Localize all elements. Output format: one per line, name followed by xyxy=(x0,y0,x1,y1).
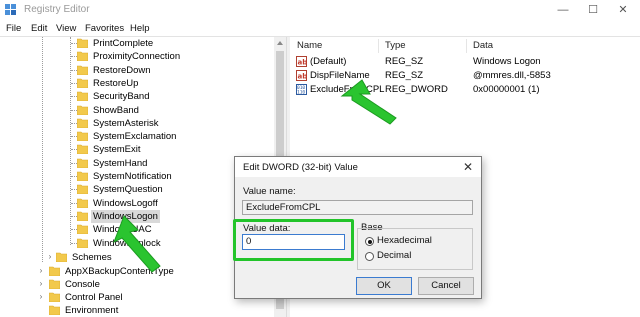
folder-icon xyxy=(77,198,88,208)
tree-item-label: SecurityBand xyxy=(93,91,150,103)
annotation-highlight-box xyxy=(233,219,354,261)
svg-text:ab: ab xyxy=(298,73,308,81)
tree-item-label: RestoreUp xyxy=(93,77,139,89)
decimal-label[interactable]: Decimal xyxy=(377,250,411,261)
window-title: Registry Editor xyxy=(24,4,90,15)
hexadecimal-radio[interactable] xyxy=(365,237,374,246)
ok-button[interactable]: OK xyxy=(356,277,412,295)
decimal-radio[interactable] xyxy=(365,252,374,261)
menu-view[interactable]: View xyxy=(56,23,76,34)
column-divider[interactable] xyxy=(378,39,379,53)
value-name-field: ExcludeFromCPL xyxy=(242,200,473,215)
folder-icon xyxy=(77,158,88,168)
folder-icon xyxy=(77,65,88,75)
close-button[interactable]: ✕ xyxy=(608,0,638,20)
value-data: Windows Logon xyxy=(473,56,541,67)
column-header-name[interactable]: Name xyxy=(297,40,322,51)
tree-item-label: Control Panel xyxy=(65,292,123,303)
expand-arrow-icon[interactable]: › xyxy=(37,293,45,301)
hexadecimal-label[interactable]: Hexadecimal xyxy=(377,235,432,246)
column-header-type[interactable]: Type xyxy=(385,40,406,51)
cancel-button[interactable]: Cancel xyxy=(418,277,474,295)
tree-item-label: Schemes xyxy=(72,252,112,263)
tree-item-label: SystemAsterisk xyxy=(93,117,159,129)
folder-icon xyxy=(49,305,60,315)
minimize-button[interactable]: — xyxy=(548,0,578,20)
string-value-icon: ab xyxy=(296,70,307,81)
tree-item-label: RestoreDown xyxy=(93,64,151,76)
expand-arrow-icon[interactable]: › xyxy=(37,267,45,275)
tree-item-label: WindowsLogoff xyxy=(93,197,158,209)
folder-icon xyxy=(77,105,88,115)
menu-bar: File Edit View Favorites Help xyxy=(0,20,640,37)
maximize-button[interactable]: ☐ xyxy=(578,0,608,20)
folder-icon xyxy=(56,252,67,262)
scroll-up-arrow-icon[interactable] xyxy=(277,41,283,45)
value-data: @mmres.dll,-5853 xyxy=(473,70,551,81)
annotation-arrow-icon xyxy=(113,215,161,273)
expand-arrow-icon[interactable]: › xyxy=(37,280,45,288)
value-type: REG_SZ xyxy=(385,56,424,67)
tree-item-label: SystemHand xyxy=(93,157,148,169)
folder-icon xyxy=(77,211,88,221)
tree-item-label: Console xyxy=(65,279,100,290)
folder-icon xyxy=(49,279,60,289)
tree-guide-line xyxy=(42,37,43,262)
menu-edit[interactable]: Edit xyxy=(31,23,47,34)
svg-text:110: 110 xyxy=(297,90,305,96)
folder-icon xyxy=(77,224,88,235)
menu-help[interactable]: Help xyxy=(130,23,150,34)
folder-icon xyxy=(77,238,88,248)
folder-icon xyxy=(49,266,60,276)
folder-icon xyxy=(77,118,88,128)
expand-arrow-icon[interactable]: › xyxy=(46,253,54,261)
column-divider[interactable] xyxy=(466,39,467,53)
folder-icon xyxy=(77,38,88,48)
list-row[interactable]: ab (Default) REG_SZ Windows Logon xyxy=(290,55,640,69)
folder-icon xyxy=(77,131,88,142)
tree-item-label: ProximityConnection xyxy=(93,51,181,63)
menu-favorites[interactable]: Favorites xyxy=(85,23,124,34)
tree-item-label: PrintComplete xyxy=(93,38,154,49)
column-header-data[interactable]: Data xyxy=(473,40,493,51)
annotation-arrow-icon xyxy=(340,79,397,125)
registry-editor-icon xyxy=(5,4,16,15)
binary-value-icon: 010 110 xyxy=(296,84,307,95)
folder-icon xyxy=(77,91,88,102)
tree-guide-line xyxy=(70,37,71,245)
tree-item-label: SystemNotification xyxy=(93,171,172,182)
folder-icon xyxy=(77,51,88,62)
folder-icon xyxy=(77,78,88,88)
value-name: (Default) xyxy=(310,56,347,67)
tree-item-label: Environment xyxy=(65,305,119,316)
menu-file[interactable]: File xyxy=(6,23,21,34)
folder-icon xyxy=(49,292,60,302)
dialog-close-button[interactable]: ✕ xyxy=(463,160,473,174)
value-name-label: Value name: xyxy=(243,186,296,197)
dialog-title: Edit DWORD (32-bit) Value xyxy=(243,162,358,173)
tree-item-label: SystemQuestion xyxy=(93,184,163,196)
folder-icon xyxy=(77,145,88,155)
value-data: 0x00000001 (1) xyxy=(473,84,540,95)
tree-item-label: SystemExit xyxy=(93,144,141,156)
folder-icon xyxy=(77,171,88,181)
folder-icon xyxy=(77,184,88,195)
tree-item-label: SystemExclamation xyxy=(93,131,177,143)
title-bar: Registry Editor — ☐ ✕ xyxy=(0,0,640,20)
svg-text:ab: ab xyxy=(298,59,308,67)
tree-item-label: ShowBand xyxy=(93,104,139,116)
string-value-icon: ab xyxy=(296,56,307,67)
